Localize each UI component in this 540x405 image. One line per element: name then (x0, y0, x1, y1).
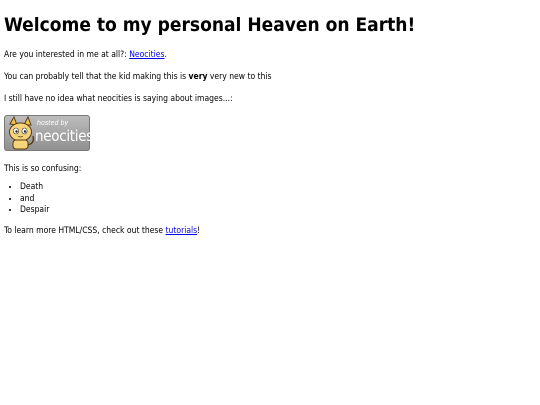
list-item: and (20, 194, 536, 206)
neocities-link[interactable]: Neocities (129, 50, 164, 60)
badge-brand-text: neocities (35, 127, 90, 145)
kid-paragraph: You can probably tell that the kid makin… (4, 72, 536, 83)
kid-bold-word: very (188, 72, 208, 82)
kid-prefix: You can probably tell that the kid makin… (4, 72, 189, 82)
intro-prefix: Are you interested in me at all?: (4, 50, 130, 60)
images-paragraph: I still have no idea what neocities is s… (4, 94, 233, 104)
learn-prefix: To learn more HTML/CSS, check out these (4, 225, 166, 236)
badge-container: hosted by neocities (4, 115, 536, 152)
kid-suffix: very new to this (207, 72, 272, 82)
intro-suffix: . (164, 50, 167, 60)
hosted-by-neocities-badge[interactable]: hosted by neocities (4, 115, 90, 151)
page-title: Welcome to my personal Heaven on Earth! (4, 14, 416, 36)
confusing-paragraph: This is so confusing: (4, 164, 82, 174)
list-item: Despair (20, 205, 536, 217)
list-item: Death (20, 182, 536, 194)
tutorials-link[interactable]: tutorials (166, 226, 198, 236)
page: Welcome to my personal Heaven on Earth! … (0, 0, 540, 405)
list: Death and Despair (4, 182, 536, 217)
badge-hosted-text: hosted by (37, 119, 69, 127)
learn-paragraph: To learn more HTML/CSS, check out these … (4, 226, 536, 237)
intro-paragraph: Are you interested in me at all?: Neocit… (4, 50, 536, 61)
learn-suffix: ! (197, 225, 201, 236)
